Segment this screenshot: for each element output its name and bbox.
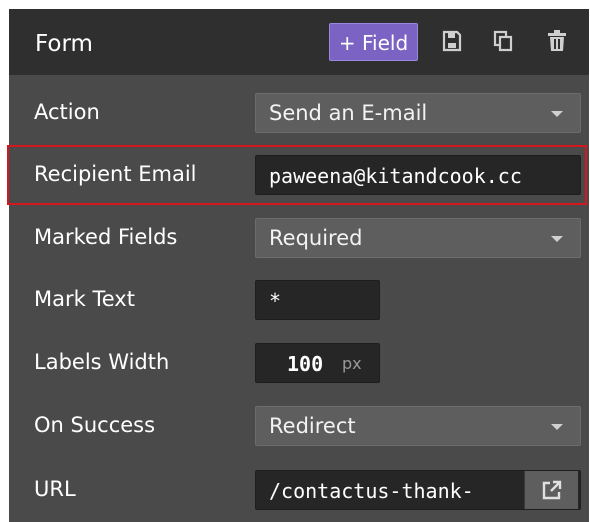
panel-header: Form + Field: [9, 9, 589, 75]
on-success-select[interactable]: Redirect: [255, 406, 581, 446]
labels-width-label: Labels Width: [34, 350, 170, 374]
labels-width-input[interactable]: 100 px: [255, 343, 380, 383]
labels-width-row: Labels Width 100 px: [9, 332, 589, 394]
mark-text-input[interactable]: *: [255, 280, 380, 320]
form-settings-panel: Form + Field Action Send an E-mail Recip…: [9, 9, 589, 522]
action-select[interactable]: Send an E-mail: [255, 93, 581, 133]
recipient-email-row: Recipient Email paweena@kitandcook.cc: [9, 144, 589, 206]
mark-text-value: *: [269, 289, 282, 313]
external-link-icon: [541, 479, 563, 505]
action-row: Action Send an E-mail: [9, 82, 589, 144]
duplicate-icon[interactable]: [492, 29, 514, 53]
mark-text-row: Mark Text *: [9, 269, 589, 331]
recipient-email-input[interactable]: paweena@kitandcook.cc: [255, 155, 581, 195]
mark-text-label: Mark Text: [34, 287, 135, 311]
marked-fields-select[interactable]: Required: [255, 218, 581, 258]
url-input[interactable]: /contactus-thank-: [255, 470, 581, 510]
url-label: URL: [34, 477, 76, 501]
open-url-button[interactable]: [524, 471, 578, 509]
recipient-email-value: paweena@kitandcook.cc: [269, 164, 522, 188]
chevron-down-icon: [551, 424, 563, 430]
chevron-down-icon: [551, 236, 563, 242]
labels-width-unit: px: [342, 354, 362, 373]
labels-width-value: 100: [287, 352, 324, 376]
marked-fields-select-value: Required: [269, 226, 363, 250]
on-success-label: On Success: [34, 413, 156, 437]
marked-fields-row: Marked Fields Required: [9, 207, 589, 269]
action-select-value: Send an E-mail: [269, 101, 428, 125]
action-label: Action: [34, 100, 100, 124]
marked-fields-label: Marked Fields: [34, 225, 178, 249]
trash-icon[interactable]: [546, 29, 568, 53]
save-icon[interactable]: [441, 29, 463, 53]
chevron-down-icon: [551, 111, 563, 117]
recipient-email-label: Recipient Email: [34, 162, 197, 186]
url-value: /contactus-thank-: [269, 479, 474, 503]
add-field-button[interactable]: + Field: [329, 23, 418, 61]
on-success-select-value: Redirect: [269, 414, 356, 438]
panel-title: Form: [35, 31, 93, 57]
url-row: URL /contactus-thank-: [9, 459, 589, 521]
on-success-row: On Success Redirect: [9, 395, 589, 457]
